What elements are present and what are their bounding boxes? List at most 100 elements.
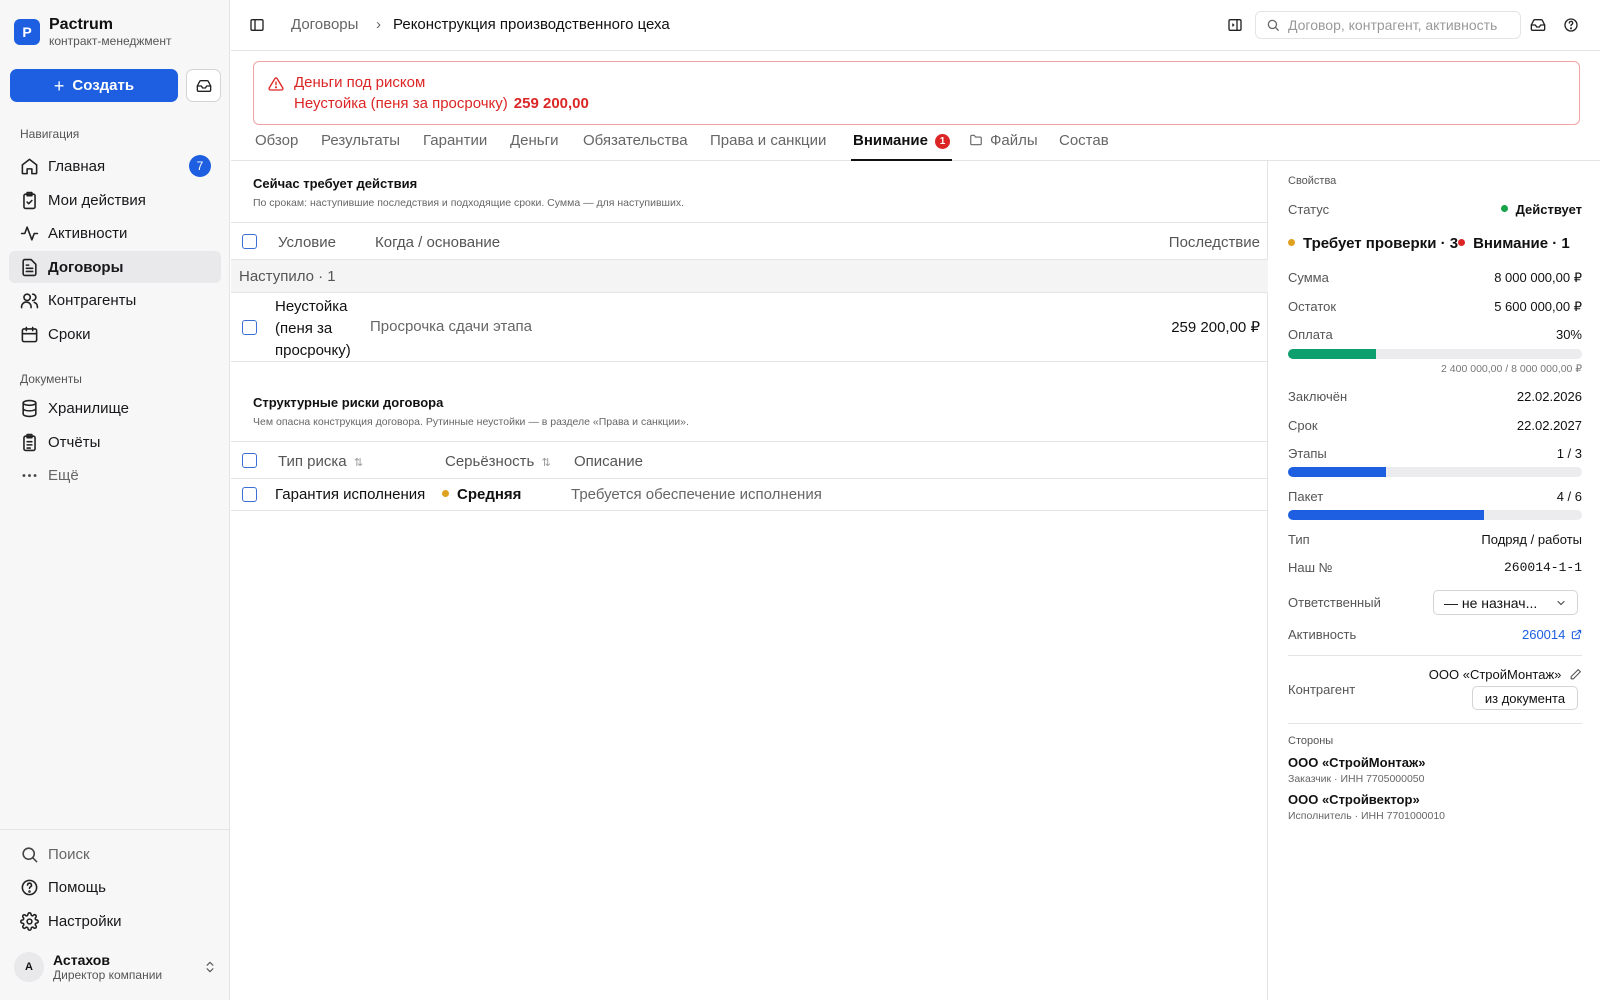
tab-rights-sanctions[interactable]: Права и санкции — [710, 132, 826, 161]
table-row[interactable]: Неустойка (пеня за просрочку) Просрочка … — [231, 293, 1268, 362]
activity-link[interactable]: 260014 — [1522, 627, 1582, 642]
tab-money[interactable]: Деньги — [510, 132, 558, 161]
home-icon — [19, 156, 39, 176]
basis-cell: Просрочка сдачи этапа — [370, 318, 532, 335]
sidebar: P Pactrum контракт-менеджмент + Создать … — [0, 0, 230, 1000]
row-checkbox[interactable] — [242, 320, 257, 335]
tab-files[interactable]: Файлы — [969, 132, 1038, 161]
notification-badge: 7 — [189, 155, 211, 177]
brand[interactable]: P Pactrum контракт-менеджмент — [14, 16, 171, 48]
sum-value: 8 000 000,00 ₽ — [1494, 270, 1582, 285]
clipboard-list-icon — [19, 432, 39, 452]
search-box[interactable] — [1255, 11, 1521, 39]
sidebar-item-label: Сроки — [48, 325, 91, 343]
tab-label: Внимание — [853, 132, 928, 149]
tab-composition[interactable]: Состав — [1059, 132, 1109, 161]
condition-line: Неустойка — [275, 298, 348, 315]
select-all-checkbox[interactable] — [242, 234, 257, 249]
column-header[interactable]: Описание — [574, 453, 643, 470]
tab-badge: 1 — [934, 134, 950, 149]
consequence-cell: 259 200,00 ₽ — [1171, 319, 1260, 336]
user-menu[interactable]: А Астахов Директор компании — [14, 952, 217, 982]
sidebar-item-help[interactable]: Помощь — [9, 871, 221, 903]
breadcrumb-parent[interactable]: Договоры — [291, 16, 358, 33]
pencil-icon[interactable] — [1569, 668, 1582, 681]
risks-section-description: Чем опасна конструкция договора. Рутинны… — [253, 416, 689, 428]
divider — [1288, 655, 1582, 656]
stages-value: 1 / 3 — [1556, 446, 1582, 461]
sum-label: Сумма — [1288, 270, 1329, 285]
sort-icon: ⇅ — [541, 457, 551, 469]
type-label: Тип — [1288, 532, 1310, 547]
breadcrumb-separator: › — [376, 16, 381, 33]
from-document-button[interactable]: из документа — [1472, 686, 1578, 710]
risk-type-cell: Гарантия исполнения — [275, 486, 426, 503]
sidebar-item-more[interactable]: Ещё — [9, 459, 221, 491]
review-dot — [1288, 239, 1295, 246]
sidebar-item-deadlines[interactable]: Сроки — [9, 318, 221, 350]
sidebar-item-counterparties[interactable]: Контрагенты — [9, 284, 221, 316]
parties-label: Стороны — [1288, 735, 1334, 747]
column-header-label: Серьёзность — [445, 453, 535, 470]
group-label: Наступило · 1 — [239, 268, 336, 285]
column-header[interactable]: Когда / основание — [375, 234, 500, 251]
search-input[interactable] — [1288, 17, 1513, 33]
needs-review-flag[interactable]: Требует проверки · 3 — [1303, 235, 1458, 252]
sidebar-item-label: Главная — [48, 157, 106, 175]
sidebar-toggle-button[interactable] — [245, 13, 269, 37]
tab-guarantees[interactable]: Гарантии — [423, 132, 487, 161]
table-row[interactable]: Гарантия исполнения Средняя Требуется об… — [231, 479, 1268, 511]
row-checkbox[interactable] — [242, 487, 257, 502]
sidebar-item-settings[interactable]: Настройки — [9, 905, 221, 937]
sidebar-inbox-button[interactable] — [186, 69, 221, 102]
party-role: Заказчик · ИНН 7705000050 — [1288, 773, 1425, 785]
term-value: 22.02.2027 — [1516, 418, 1582, 433]
tab-obligations[interactable]: Обязательства — [583, 132, 688, 161]
party-name[interactable]: ООО «Стройвектор» — [1288, 792, 1420, 807]
payment-progress-bar — [1288, 349, 1582, 359]
responsible-select[interactable]: — не назнач... — [1433, 590, 1578, 615]
tab-attention[interactable]: Внимание 1 — [851, 132, 952, 161]
column-header-risk-type[interactable]: Тип риска ⇅ — [278, 453, 363, 470]
help-button[interactable] — [1559, 13, 1583, 37]
sidebar-item-activities[interactable]: Активности — [9, 217, 221, 249]
sidebar-item-reports[interactable]: Отчёты — [9, 426, 221, 458]
chevron-up-down-icon — [203, 960, 217, 974]
inbox-button[interactable] — [1526, 13, 1550, 37]
sidebar-item-search[interactable]: Поиск — [9, 838, 221, 870]
column-header-severity[interactable]: Серьёзность ⇅ — [445, 453, 551, 470]
column-header[interactable]: Условие — [278, 234, 336, 251]
party-name[interactable]: ООО «СтройМонтаж» — [1288, 755, 1425, 770]
nav-section-label: Навигация — [20, 127, 80, 141]
chevron-down-icon — [1555, 597, 1567, 609]
users-icon — [19, 290, 39, 310]
action-section-title: Сейчас требует действия — [253, 176, 418, 191]
group-row[interactable]: Наступило · 1 — [231, 260, 1268, 293]
sidebar-item-label: Контрагенты — [48, 291, 137, 309]
package-value: 4 / 6 — [1556, 489, 1582, 504]
tab-results[interactable]: Результаты — [321, 132, 400, 161]
sidebar-item-home[interactable]: Главная 7 — [9, 150, 221, 182]
panel-toggle-button[interactable] — [1223, 13, 1247, 37]
stages-progress-bar — [1288, 467, 1582, 477]
sort-icon: ⇅ — [353, 457, 364, 469]
column-header[interactable]: Последствие — [1169, 234, 1260, 251]
create-button[interactable]: + Создать — [10, 69, 178, 102]
docs-section-label: Документы — [20, 372, 82, 386]
attention-flag[interactable]: Внимание · 1 — [1473, 235, 1570, 252]
help-icon — [1563, 17, 1579, 33]
sidebar-item-label: Активности — [48, 224, 128, 242]
party-role: Исполнитель · ИНН 7701000010 — [1288, 810, 1446, 822]
tab-overview[interactable]: Обзор — [255, 132, 298, 161]
sidebar-item-my-actions[interactable]: Мои действия — [9, 184, 221, 216]
term-label: Срок — [1288, 418, 1318, 433]
calendar-icon — [19, 324, 39, 344]
select-all-checkbox[interactable] — [242, 453, 257, 468]
sidebar-item-contracts[interactable]: Договоры — [9, 251, 221, 283]
activity-label: Активность — [1288, 627, 1357, 642]
payment-label: Оплата — [1288, 327, 1333, 342]
inbox-icon — [1530, 17, 1546, 33]
more-icon — [19, 465, 39, 485]
sidebar-item-storage[interactable]: Хранилище — [9, 392, 221, 424]
counterparty-name: ООО «СтройМонтаж» — [1428, 667, 1562, 682]
